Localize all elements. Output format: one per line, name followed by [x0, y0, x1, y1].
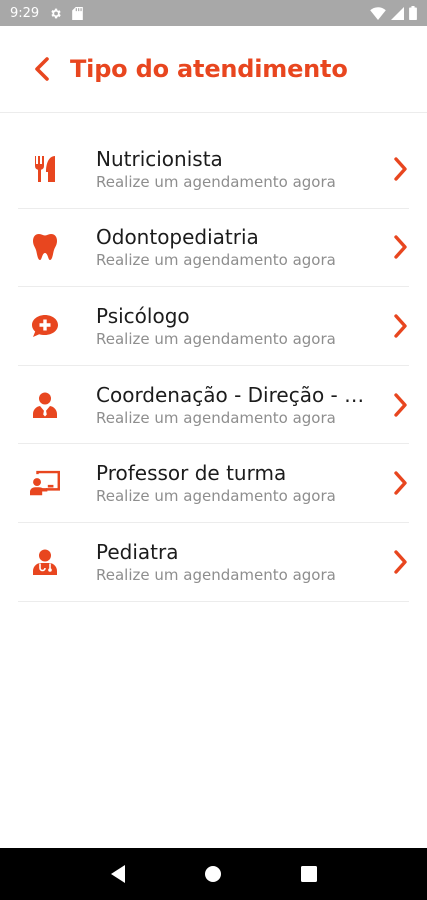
status-time: 9:29 [10, 5, 40, 21]
battery-icon [409, 6, 417, 20]
item-subtitle: Realize um agendamento agora [96, 565, 336, 584]
item-subtitle: Realize um agendamento agora [96, 172, 336, 191]
back-button[interactable] [34, 54, 56, 84]
user-tie-icon [30, 390, 60, 420]
gear-icon [49, 7, 62, 20]
sd-card-icon [72, 6, 84, 20]
tooth-icon [30, 232, 60, 262]
chalkboard-teacher-icon [30, 468, 60, 498]
user-doctor-icon [30, 547, 60, 577]
appointment-type-list: Nutricionista Realize um agendamento ago… [18, 130, 409, 602]
recents-square-icon [301, 866, 318, 882]
item-title: Nutricionista [96, 146, 223, 171]
nav-back-button[interactable] [103, 859, 133, 889]
item-title: Odontopediatria [96, 225, 259, 250]
navigation-bar [0, 848, 427, 900]
chevron-right-icon [391, 549, 409, 575]
item-title: Coordenação - Direção - Secretaria [96, 382, 376, 407]
item-subtitle: Realize um agendamento agora [96, 329, 336, 348]
list-item-coordenacao[interactable]: Coordenação - Direção - Secretaria Reali… [18, 366, 409, 445]
list-item-odontopediatria[interactable]: Odontopediatria Realize um agendamento a… [18, 209, 409, 288]
chevron-right-icon [391, 156, 409, 182]
list-item-psicologo[interactable]: Psicólogo Realize um agendamento agora [18, 287, 409, 366]
app-bar: Tipo do atendimento [0, 26, 427, 113]
list-item-professor-de-turma[interactable]: Professor de turma Realize um agendament… [18, 444, 409, 523]
list-item-pediatra[interactable]: Pediatra Realize um agendamento agora [18, 523, 409, 602]
nav-home-button[interactable] [198, 859, 228, 889]
list-item-nutricionista[interactable]: Nutricionista Realize um agendamento ago… [18, 130, 409, 209]
chevron-left-icon [35, 57, 49, 81]
page-title: Tipo do atendimento [70, 55, 348, 83]
utensils-icon [30, 154, 60, 184]
item-title: Professor de turma [96, 461, 287, 486]
chevron-right-icon [391, 313, 409, 339]
nav-recents-button[interactable] [294, 859, 324, 889]
chevron-right-icon [391, 470, 409, 496]
home-circle-icon [205, 866, 222, 882]
item-title: Pediatra [96, 539, 179, 564]
status-bar: 9:29 [0, 0, 427, 26]
item-subtitle: Realize um agendamento agora [96, 251, 336, 270]
comment-medical-icon [30, 311, 60, 341]
item-subtitle: Realize um agendamento agora [96, 408, 336, 427]
signal-icon [391, 6, 404, 20]
back-triangle-icon [110, 865, 125, 883]
wifi-icon [370, 6, 386, 20]
item-title: Psicólogo [96, 303, 190, 328]
chevron-right-icon [391, 234, 409, 260]
item-subtitle: Realize um agendamento agora [96, 487, 336, 506]
chevron-right-icon [391, 392, 409, 418]
